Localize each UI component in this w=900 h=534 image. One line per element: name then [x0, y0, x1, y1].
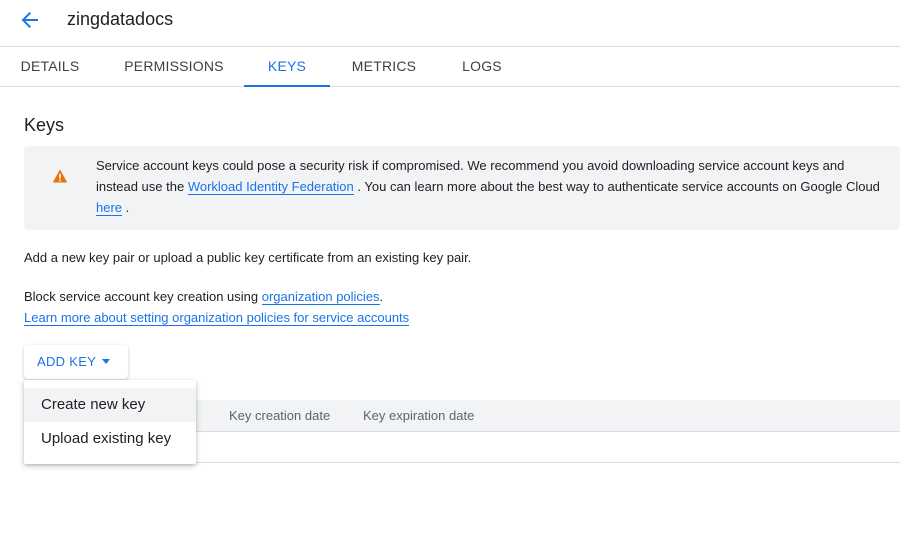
page-title: zingdatadocs: [67, 9, 174, 29]
section-title: Keys: [24, 115, 65, 135]
warning-banner: Service account keys could pose a securi…: [24, 146, 900, 230]
tab-keys[interactable]: KEYS: [244, 47, 330, 87]
page-header: zingdatadocs: [0, 0, 900, 47]
warning-text-part: .: [125, 200, 130, 215]
here-link[interactable]: here: [96, 200, 123, 216]
column-header-key-expiration-date: Key expiration date: [363, 408, 475, 423]
warning-text: Service account keys could pose a securi…: [96, 155, 886, 218]
policies-period: .: [379, 289, 384, 304]
policies-text: Block service account key creation using…: [24, 286, 383, 307]
tab-logs[interactable]: LOGS: [444, 47, 520, 87]
organization-policies-link[interactable]: organization policies: [261, 289, 380, 305]
policies-text-label: Block service account key creation using: [24, 289, 259, 304]
warning-icon: [52, 169, 68, 183]
tab-metrics[interactable]: METRICS: [338, 47, 430, 87]
caret-down-icon: [102, 359, 110, 364]
menu-item-create-new-key[interactable]: Create new key: [24, 388, 196, 422]
learn-more-policies-link[interactable]: Learn more about setting organization po…: [24, 310, 410, 326]
add-key-menu: Create new key Upload existing key: [24, 380, 196, 464]
workload-identity-federation-link[interactable]: Workload Identity Federation: [187, 179, 354, 195]
column-header-key-creation-date: Key creation date: [229, 408, 331, 423]
tab-permissions[interactable]: PERMISSIONS: [104, 47, 244, 87]
menu-item-upload-existing-key[interactable]: Upload existing key: [24, 422, 196, 456]
intro-text: Add a new key pair or upload a public ke…: [24, 250, 472, 265]
warning-text-part: . You can learn more about the best way …: [357, 179, 880, 194]
arrow-back-icon: [21, 12, 38, 28]
add-key-label: ADD KEY: [37, 354, 97, 369]
add-key-button[interactable]: ADD KEY: [24, 345, 128, 379]
back-button[interactable]: [16, 6, 44, 34]
tab-details[interactable]: DETAILS: [0, 47, 100, 87]
tab-bar: DETAILS PERMISSIONS KEYS METRICS LOGS: [0, 47, 900, 87]
learn-more-row: Learn more about setting organization po…: [24, 307, 410, 328]
